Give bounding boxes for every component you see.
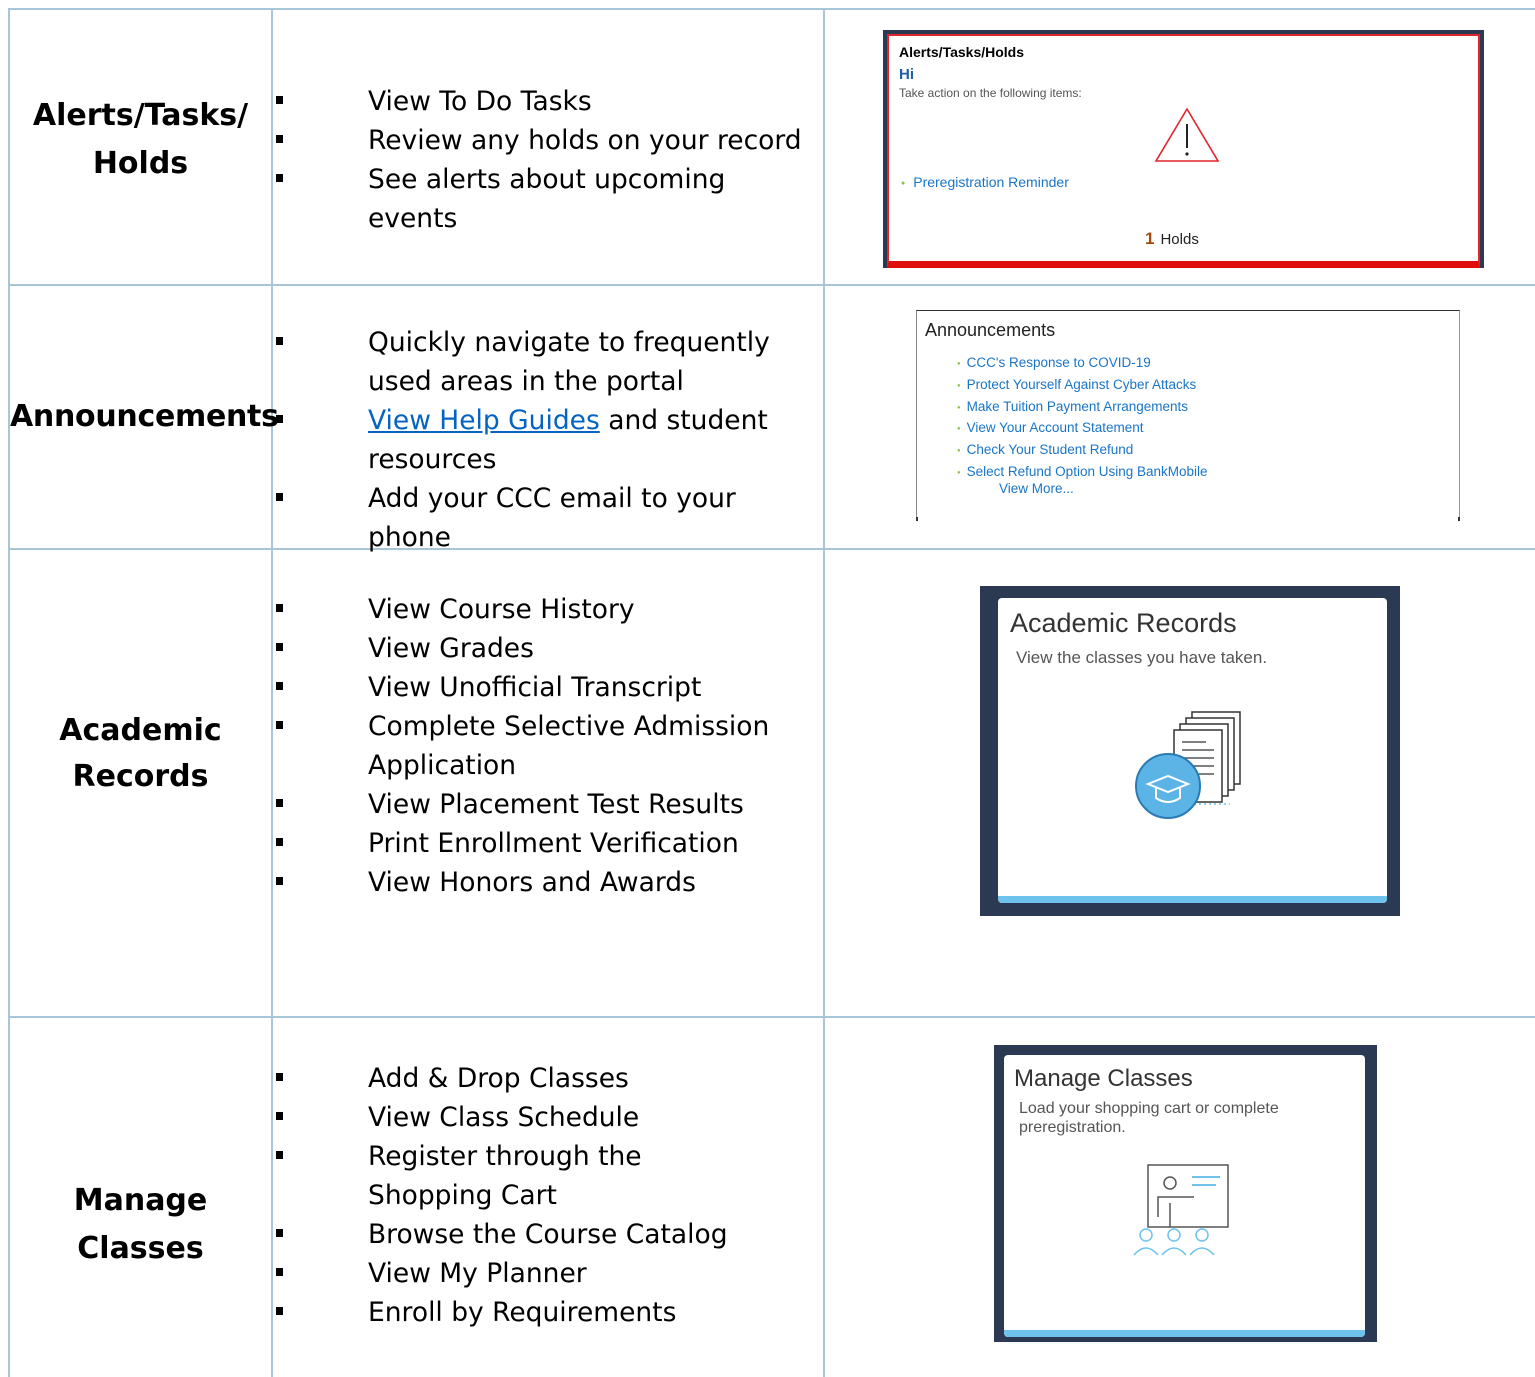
- list-item: View Unofficial Transcript: [276, 668, 773, 707]
- announcement-link[interactable]: CCC's Response to COVID-19: [957, 353, 1208, 375]
- list-item: Register through the Shopping Cart: [276, 1137, 773, 1215]
- greeting: Hi: [899, 66, 914, 83]
- tile-title: Announcements: [925, 320, 1056, 340]
- view-more-link[interactable]: View More...: [999, 481, 1074, 496]
- list-item: Print Enrollment Verification: [276, 824, 773, 863]
- list-item: Review any holds on your record: [276, 121, 818, 160]
- manage-bullet-list: Add & Drop Classes View Class Schedule R…: [273, 1059, 773, 1332]
- help-guides-link[interactable]: View Help Guides: [368, 405, 600, 436]
- row-label-announcements: Announcements: [10, 399, 279, 434]
- list-item: View Honors and Awards: [276, 863, 773, 902]
- list-item: Quickly navigate to frequently used area…: [276, 323, 773, 401]
- list-item: View My Planner: [276, 1254, 773, 1293]
- announcement-link[interactable]: Make Tuition Payment Arrangements: [957, 397, 1208, 419]
- list-item: Add & Drop Classes: [276, 1059, 773, 1098]
- manage-classes-tile[interactable]: Manage Classes Load your shopping cart o…: [1004, 1055, 1365, 1337]
- list-item: View Course History: [276, 590, 773, 629]
- tile-title: Manage Classes: [1014, 1065, 1193, 1092]
- documents-graduation-cap-icon: [1135, 711, 1241, 819]
- table-border: [8, 8, 10, 1377]
- academic-bullet-list: View Course History View Grades View Uno…: [273, 590, 773, 902]
- announcement-link[interactable]: View Your Account Statement: [957, 418, 1208, 440]
- alerts-bullet-list: View To Do Tasks Review any holds on you…: [273, 82, 818, 238]
- holds-label: Holds: [1160, 231, 1199, 248]
- list-item: View Placement Test Results: [276, 785, 773, 824]
- preregistration-reminder-link[interactable]: Preregistration Reminder: [901, 174, 1069, 190]
- academic-records-tile[interactable]: Academic Records View the classes you ha…: [998, 598, 1387, 903]
- corner-mark: [916, 517, 918, 521]
- list-item: Complete Selective Admission Application: [276, 707, 773, 785]
- corner-mark: [1458, 517, 1460, 521]
- classroom-presenter-icon: [1133, 1164, 1229, 1256]
- tile-accent-bar: [998, 896, 1387, 903]
- list-item: View Grades: [276, 629, 773, 668]
- list-item: View Class Schedule: [276, 1098, 773, 1137]
- alerts-tile[interactable]: Alerts/Tasks/Holds Hi Take action on the…: [887, 34, 1480, 268]
- warning-triangle-icon: [1154, 107, 1220, 162]
- academic-tile-screenshot: Academic Records View the classes you ha…: [980, 586, 1400, 916]
- alerts-tile-screenshot: Alerts/Tasks/Holds Hi Take action on the…: [883, 30, 1484, 268]
- table-border: [8, 1016, 1535, 1018]
- row-label-alerts: Alerts/Tasks/ Holds: [32, 98, 249, 181]
- list-item: Browse the Course Catalog: [276, 1215, 773, 1254]
- announcements-tile: Announcements CCC's Response to COVID-19…: [916, 310, 1460, 521]
- tile-subtitle: Take action on the following items:: [899, 86, 1082, 100]
- tile-subtitle: View the classes you have taken.: [1016, 648, 1268, 667]
- list-item: View To Do Tasks: [276, 82, 818, 121]
- table-border: [8, 8, 1535, 10]
- announcements-bullet-list: Quickly navigate to frequently used area…: [273, 323, 773, 557]
- list-item: Add your CCC email to your phone: [276, 479, 773, 557]
- announcement-link[interactable]: Protect Yourself Against Cyber Attacks: [957, 375, 1208, 397]
- list-item: Enroll by Requirements: [276, 1293, 773, 1332]
- holds-number: 1: [1145, 229, 1155, 248]
- manage-tile-screenshot: Manage Classes Load your shopping cart o…: [994, 1045, 1377, 1342]
- table-border: [823, 8, 825, 1377]
- announcement-link[interactable]: Check Your Student Refund: [957, 440, 1208, 462]
- row-label-manage: Manage Classes: [73, 1183, 208, 1266]
- list-item: See alerts about upcoming events: [276, 160, 818, 238]
- announcement-link[interactable]: Select Refund Option Using BankMobile: [957, 462, 1208, 484]
- tile-title: Academic Records: [1010, 608, 1237, 638]
- holds-count: 1 Holds: [1145, 229, 1199, 249]
- announcement-list: CCC's Response to COVID-19 Protect Yours…: [957, 353, 1208, 484]
- list-item: View Help Guides and student resources: [276, 401, 773, 479]
- row-label-academic: Academic Records: [59, 713, 222, 794]
- tile-subtitle: Load your shopping cart or complete prer…: [1019, 1100, 1279, 1136]
- tile-title: Alerts/Tasks/Holds: [899, 44, 1025, 60]
- tile-accent-bar: [1004, 1330, 1365, 1337]
- table-border: [8, 284, 1535, 286]
